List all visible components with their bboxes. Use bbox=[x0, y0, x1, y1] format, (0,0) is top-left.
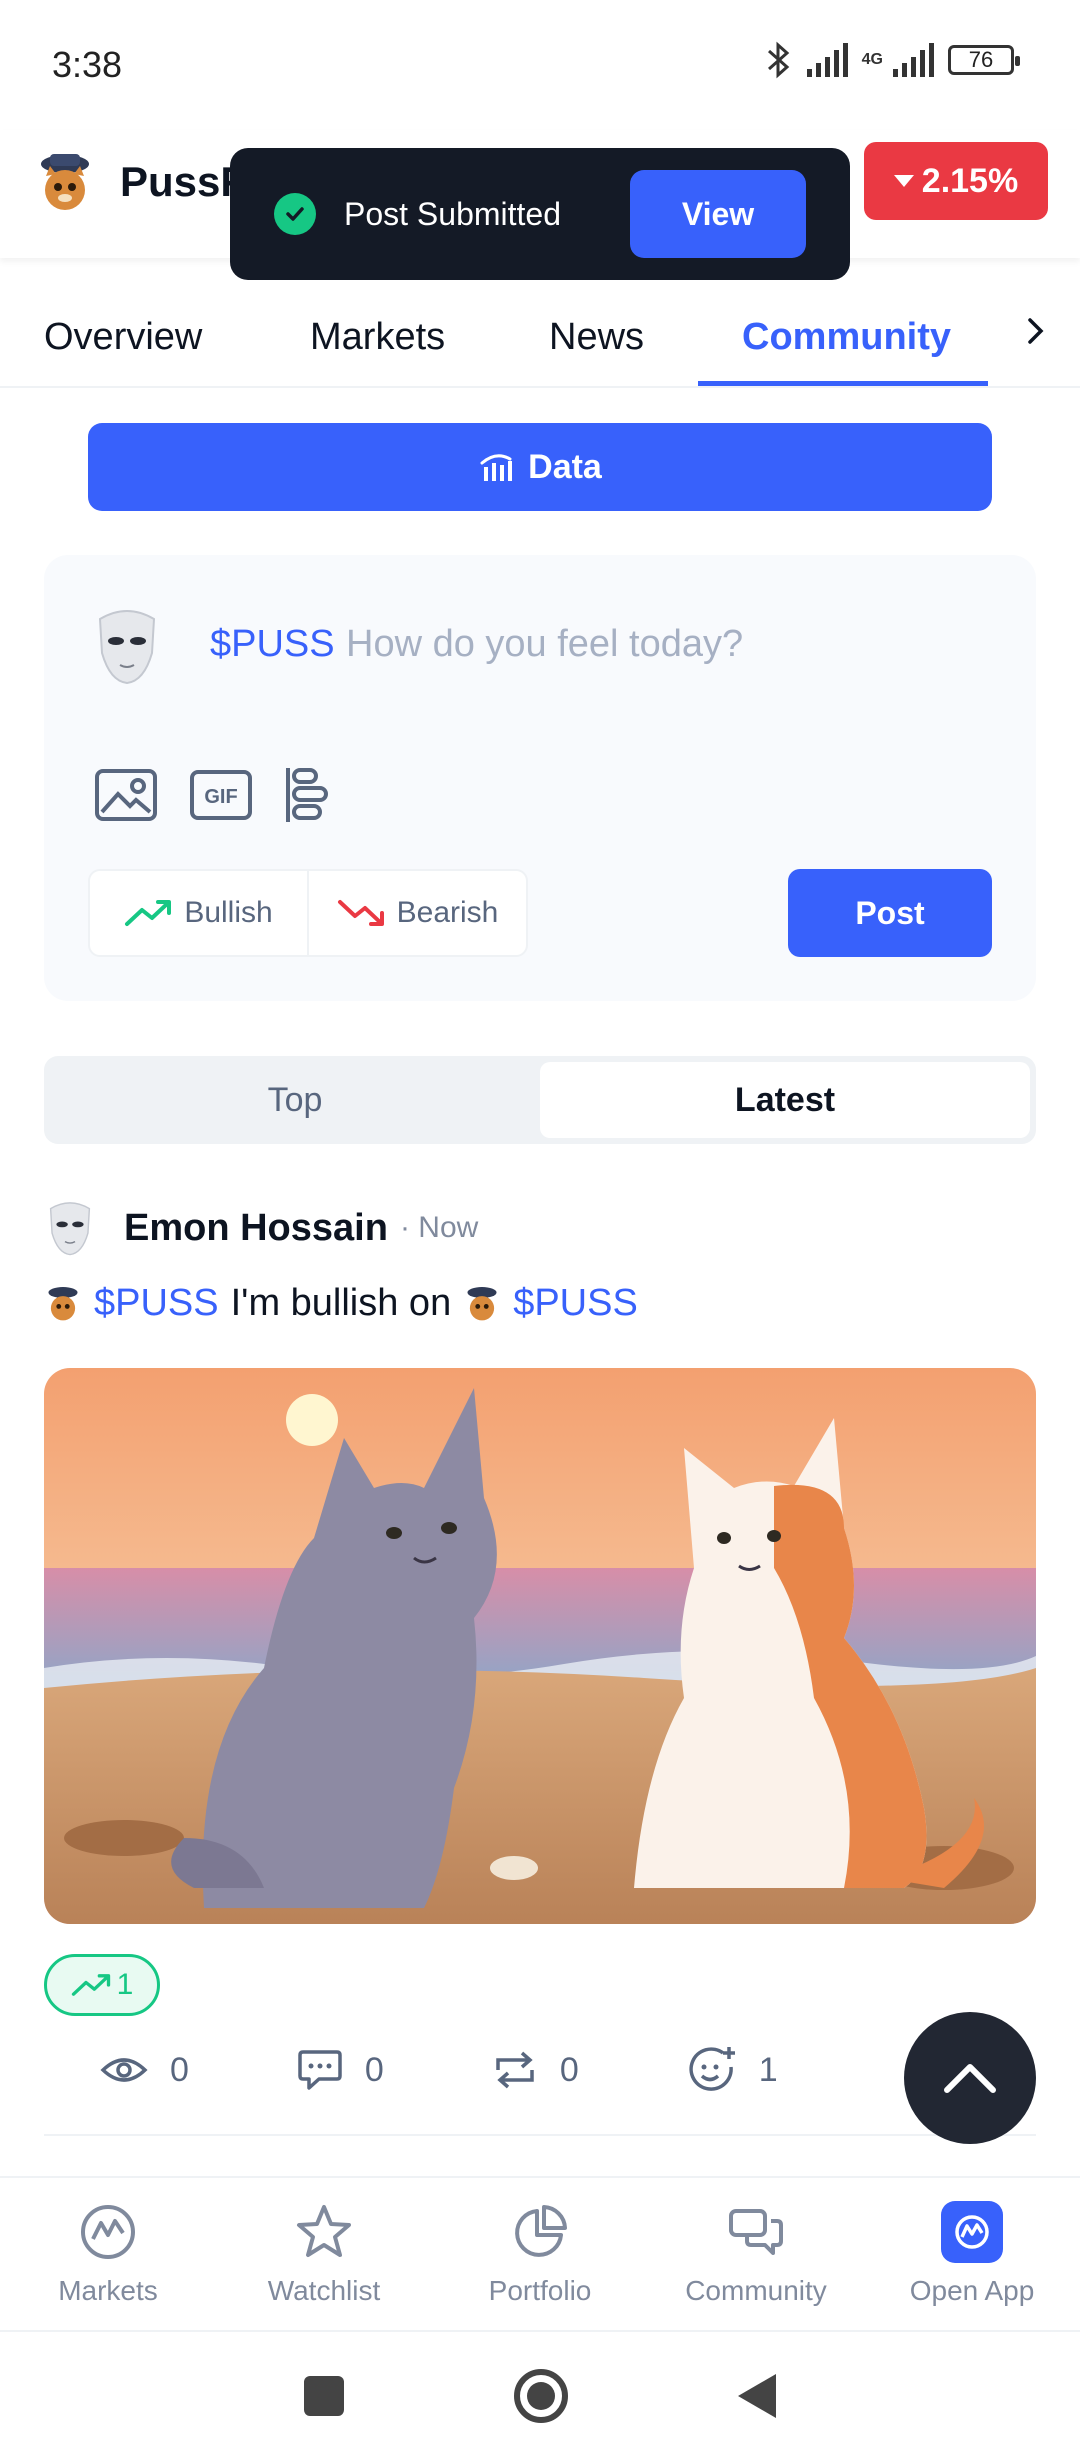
check-circle-icon bbox=[274, 193, 316, 235]
poll-icon[interactable] bbox=[282, 767, 332, 823]
svg-text:GIF: GIF bbox=[204, 786, 237, 808]
feed-toggle-latest[interactable]: Latest bbox=[540, 1062, 1030, 1138]
post-time: · Now bbox=[399, 1211, 479, 1244]
post-author[interactable]: Emon Hossain bbox=[124, 1207, 388, 1250]
markets-icon bbox=[77, 2201, 139, 2263]
toast-message: Post Submitted bbox=[344, 195, 561, 232]
battery-level: 76 bbox=[968, 47, 994, 72]
coin-logo-icon bbox=[48, 1286, 78, 1320]
caret-down-icon bbox=[893, 175, 914, 187]
comment-icon bbox=[298, 2050, 342, 2090]
bottom-navigation: Markets Watchlist Portfolio Community Op… bbox=[0, 2176, 1080, 2332]
comments-stat[interactable]: 0 bbox=[297, 2048, 384, 2092]
post-text: I'm bullish on bbox=[230, 1282, 452, 1324]
post-stats: 0 0 0 1 bbox=[100, 2040, 886, 2100]
network-type: 4G bbox=[861, 51, 883, 68]
bullish-sentiment-tag: 1 bbox=[44, 1954, 160, 2016]
composer-input[interactable]: How do you feel today? bbox=[346, 623, 743, 666]
reactions-stat[interactable]: 1 bbox=[687, 2045, 778, 2095]
post-ticker-link-2[interactable]: $PUSS bbox=[513, 1282, 638, 1325]
tab-overview[interactable]: Overview bbox=[44, 316, 202, 359]
post-body: $PUSS I'm bullish on $PUSS bbox=[44, 1282, 638, 1325]
reposts-count: 0 bbox=[559, 2050, 579, 2089]
tab-news[interactable]: News bbox=[549, 316, 644, 359]
views-stat: 0 bbox=[100, 2051, 189, 2090]
post-header: Emon Hossain · Now bbox=[44, 1200, 478, 1256]
post-ticker-link[interactable]: $PUSS bbox=[94, 1282, 219, 1325]
trend-down-icon bbox=[337, 900, 384, 926]
user-avatar bbox=[98, 610, 156, 685]
coin-name: PussF bbox=[120, 158, 247, 205]
scroll-to-top-button[interactable] bbox=[904, 2012, 1036, 2144]
trend-up-icon bbox=[71, 1974, 110, 1996]
bearish-label: Bearish bbox=[396, 896, 499, 929]
post-divider bbox=[44, 2134, 1036, 2136]
chat-icon bbox=[725, 2201, 787, 2263]
add-reaction-icon bbox=[689, 2047, 735, 2091]
nav-portfolio-label: Portfolio bbox=[488, 2275, 592, 2306]
chevron-up-icon bbox=[944, 2064, 996, 2093]
signal-icon bbox=[806, 43, 848, 77]
toast-view-button[interactable]: View bbox=[630, 170, 806, 258]
open-app-icon bbox=[941, 2201, 1003, 2263]
composer-ticker: $PUSS bbox=[210, 623, 335, 665]
recent-apps-icon[interactable] bbox=[304, 2376, 344, 2416]
bullish-button[interactable]: Bullish bbox=[90, 871, 307, 955]
price-change-badge[interactable]: 2.15% bbox=[864, 142, 1048, 220]
post-composer: $PUSS How do you feel today? GIF Bullish… bbox=[44, 555, 1036, 1001]
reactions-count: 1 bbox=[758, 2050, 778, 2089]
author-avatar[interactable] bbox=[44, 1200, 96, 1256]
price-change-value: 2.15% bbox=[921, 161, 1019, 200]
system-navigation-bar bbox=[0, 2332, 1080, 2460]
trend-up-icon bbox=[125, 900, 172, 926]
bearish-button[interactable]: Bearish bbox=[307, 871, 526, 955]
nav-open-app[interactable]: Open App bbox=[864, 2178, 1080, 2330]
repost-icon bbox=[496, 2051, 534, 2089]
status-icons: 4G 76 bbox=[763, 40, 1020, 80]
tab-community[interactable]: Community bbox=[742, 316, 951, 359]
coin-logo-icon bbox=[467, 1286, 497, 1320]
views-count: 0 bbox=[170, 2050, 189, 2089]
cats-on-beach-illustration bbox=[44, 1368, 1036, 1924]
nav-community-label: Community bbox=[685, 2275, 827, 2306]
post-image[interactable] bbox=[44, 1368, 1036, 1924]
image-upload-icon[interactable] bbox=[92, 767, 160, 823]
back-icon[interactable] bbox=[738, 2374, 776, 2418]
eye-icon bbox=[100, 2058, 148, 2082]
battery-icon: 76 bbox=[948, 45, 1020, 75]
nav-portfolio[interactable]: Portfolio bbox=[432, 2178, 648, 2330]
bluetooth-icon bbox=[767, 41, 789, 79]
data-button[interactable]: Data bbox=[88, 423, 992, 511]
gif-icon[interactable]: GIF bbox=[188, 767, 254, 823]
feed-toggle: Top Latest bbox=[44, 1056, 1036, 1144]
nav-markets[interactable]: Markets bbox=[0, 2178, 216, 2330]
post-button[interactable]: Post bbox=[788, 869, 992, 957]
comments-count: 0 bbox=[364, 2050, 384, 2089]
nav-watchlist-label: Watchlist bbox=[267, 2275, 381, 2306]
nav-markets-label: Markets bbox=[58, 2275, 158, 2306]
status-time: 3:38 bbox=[52, 44, 123, 85]
nav-community[interactable]: Community bbox=[648, 2178, 864, 2330]
chevron-right-icon[interactable] bbox=[1016, 306, 1056, 356]
bullish-count: 1 bbox=[116, 1968, 134, 2001]
tab-markets[interactable]: Markets bbox=[310, 316, 445, 359]
data-button-label: Data bbox=[528, 447, 602, 486]
post-submitted-toast: Post Submitted View bbox=[230, 148, 850, 280]
pie-chart-icon bbox=[509, 2201, 571, 2263]
bullish-label: Bullish bbox=[184, 896, 273, 929]
signal-icon-2 bbox=[893, 43, 934, 77]
active-tab-indicator bbox=[698, 381, 988, 386]
home-icon[interactable] bbox=[514, 2369, 568, 2423]
status-bar: 3:38 4G 76 bbox=[0, 0, 1080, 130]
coin-logo-icon bbox=[41, 154, 89, 210]
sentiment-selector: Bullish Bearish bbox=[88, 869, 528, 957]
nav-open-app-label: Open App bbox=[909, 2275, 1035, 2306]
coin-tabs: Overview Markets News Community bbox=[0, 270, 1080, 388]
feed-toggle-top[interactable]: Top bbox=[50, 1062, 540, 1138]
bar-chart-icon bbox=[480, 454, 513, 481]
nav-watchlist[interactable]: Watchlist bbox=[216, 2178, 432, 2330]
reposts-stat[interactable]: 0 bbox=[492, 2048, 579, 2092]
star-icon bbox=[293, 2201, 355, 2263]
